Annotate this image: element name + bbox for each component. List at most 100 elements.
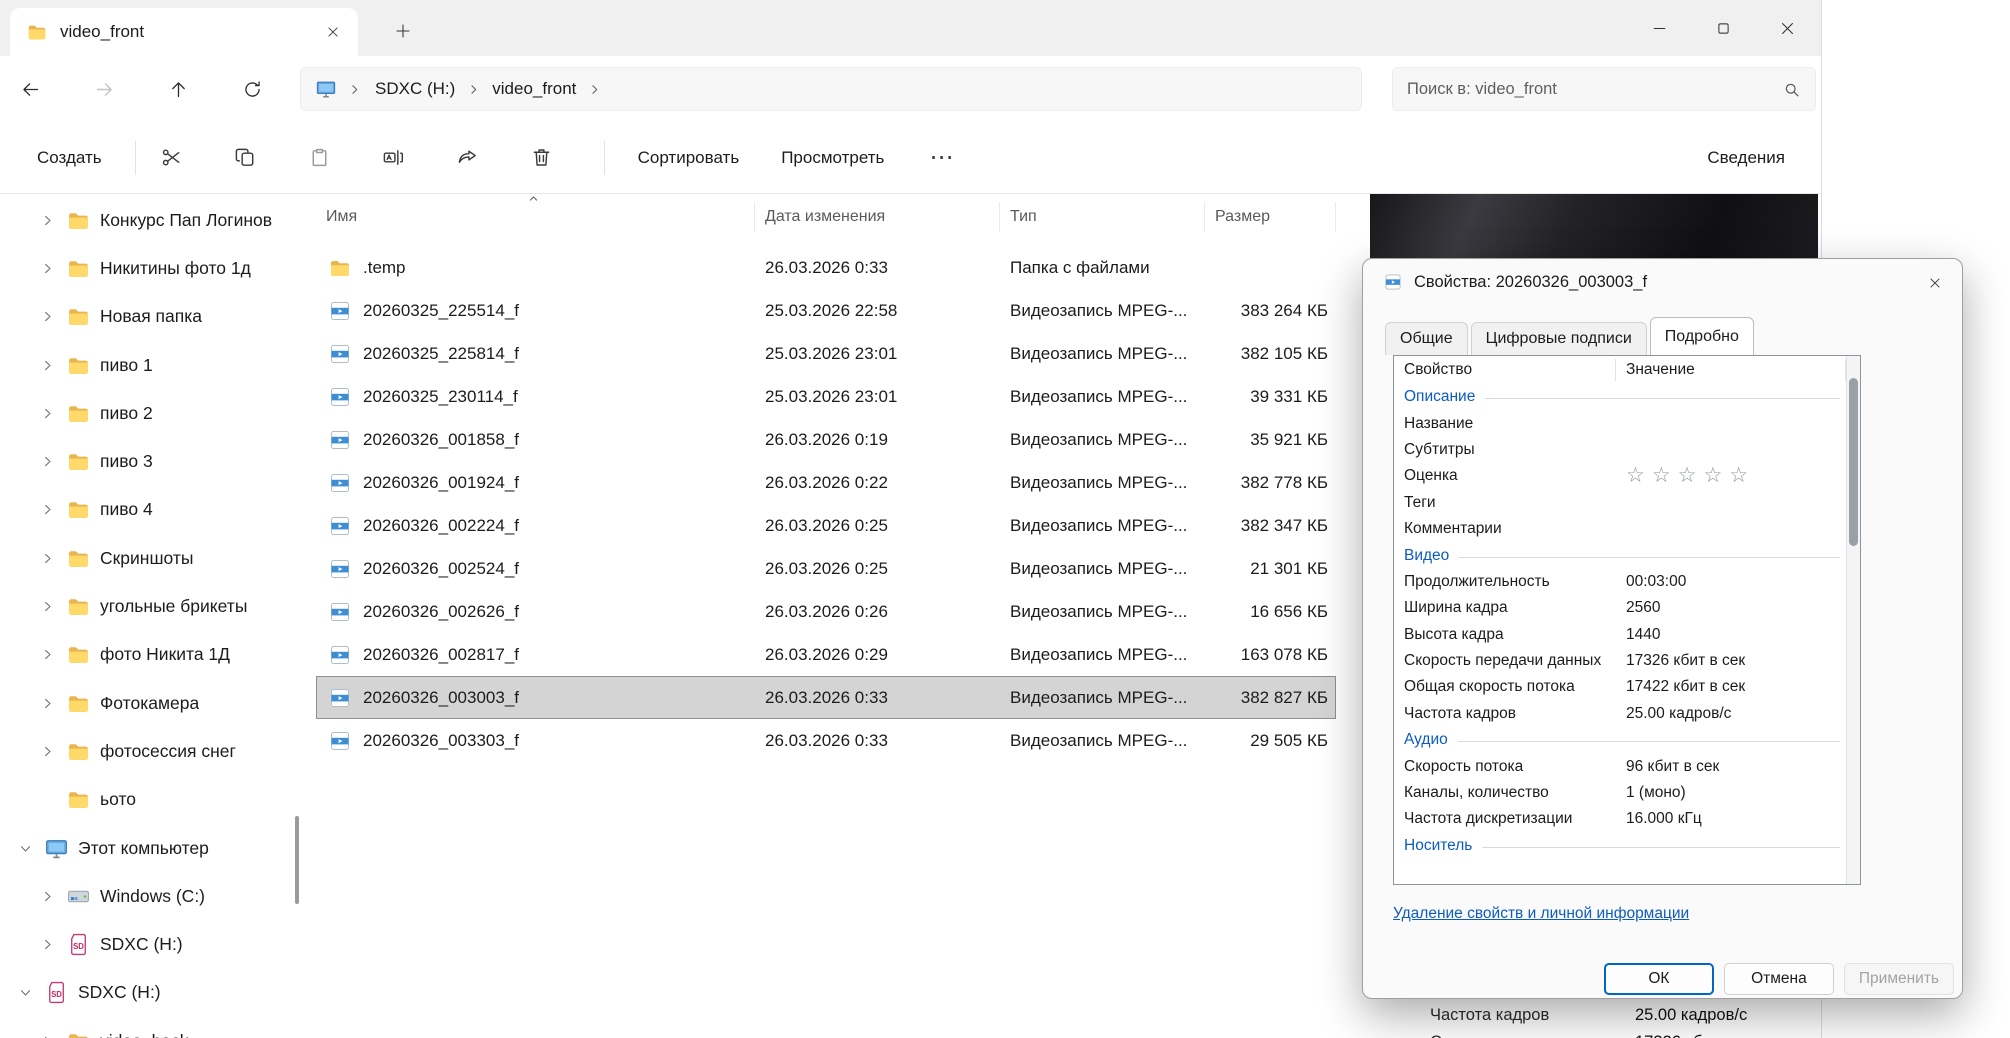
more-options-button[interactable]: ⋯ bbox=[919, 136, 963, 180]
file-row[interactable]: 20260326_002524_f26.03.2026 0:25Видеозап… bbox=[316, 547, 1336, 590]
paste-button[interactable] bbox=[296, 136, 344, 180]
column-header-Дата изменения[interactable]: Дата изменения bbox=[755, 202, 1000, 232]
file-row[interactable]: 20260326_003003_f26.03.2026 0:33Видеозап… bbox=[316, 676, 1336, 719]
new-tab-button[interactable] bbox=[384, 12, 422, 50]
file-size: 163 078 КБ bbox=[1205, 645, 1336, 665]
file-row[interactable]: 20260326_002626_f26.03.2026 0:26Видеозап… bbox=[316, 590, 1336, 633]
chevron-right-icon[interactable] bbox=[38, 211, 57, 230]
breadcrumb-item-video_front[interactable]: video_front bbox=[483, 74, 585, 104]
chevron-right-icon[interactable] bbox=[38, 597, 57, 616]
sidebar-item-пиво 2[interactable]: пиво 2 bbox=[0, 389, 302, 437]
chevron-right-icon[interactable] bbox=[38, 356, 57, 375]
chevron-right-icon[interactable] bbox=[38, 694, 57, 713]
chevron-right-icon[interactable] bbox=[38, 645, 57, 664]
sidebar-item-SDXC (H:)[interactable]: SDSDXC (H:) bbox=[0, 969, 302, 1017]
sort-ascending-icon[interactable] bbox=[526, 191, 541, 211]
file-row[interactable]: 20260326_002817_f26.03.2026 0:29Видеозап… bbox=[316, 633, 1336, 676]
tab-close-icon[interactable] bbox=[318, 17, 348, 47]
chevron-right-icon[interactable] bbox=[345, 82, 364, 97]
forward-button[interactable] bbox=[82, 67, 126, 111]
details-pane-button[interactable]: Сведения bbox=[1686, 136, 1797, 180]
chevron-right-icon[interactable] bbox=[38, 742, 57, 761]
property-value: 1440 bbox=[1616, 626, 1846, 644]
chevron-right-icon[interactable] bbox=[38, 887, 57, 906]
maximize-button[interactable] bbox=[1691, 0, 1755, 56]
sidebar-item-фотосессия снег[interactable]: фотосессия снег bbox=[0, 727, 302, 775]
sidebar-item-video_back[interactable]: video_back bbox=[0, 1017, 302, 1038]
back-button[interactable] bbox=[8, 67, 52, 111]
sidebar-item-угольные брикеты[interactable]: угольные брикеты bbox=[0, 582, 302, 630]
delete-button[interactable] bbox=[518, 136, 566, 180]
refresh-button[interactable] bbox=[230, 67, 274, 111]
dialog-close-button[interactable] bbox=[1916, 266, 1954, 300]
dialog-scrollbar-thumb[interactable] bbox=[1849, 378, 1858, 546]
new-button[interactable]: Создать bbox=[16, 136, 123, 180]
preview-property-row: Частота кадров25.00 кадров/с bbox=[1370, 1002, 1818, 1029]
search-input[interactable] bbox=[1407, 80, 1772, 99]
address-bar[interactable]: SDXC (H:) video_front bbox=[300, 67, 1362, 111]
minimize-button[interactable] bbox=[1627, 0, 1691, 56]
chevron-right-icon[interactable] bbox=[38, 404, 57, 423]
sidebar-scrollbar[interactable] bbox=[295, 816, 299, 904]
ok-button[interactable]: ОК bbox=[1604, 963, 1714, 995]
file-row[interactable]: 20260326_001858_f26.03.2026 0:19Видеозап… bbox=[316, 418, 1336, 461]
column-header-Тип[interactable]: Тип bbox=[1000, 202, 1205, 232]
folder-icon bbox=[66, 449, 91, 474]
dialog-tab-Подробно[interactable]: Подробно bbox=[1650, 317, 1754, 355]
video-icon bbox=[328, 686, 352, 710]
rename-button[interactable] bbox=[370, 136, 418, 180]
dialog-tab-Цифровые подписи[interactable]: Цифровые подписи bbox=[1471, 322, 1647, 355]
cut-button[interactable] bbox=[148, 136, 196, 180]
file-row[interactable]: 20260325_225814_f25.03.2026 23:01Видеоза… bbox=[316, 332, 1336, 375]
chevron-right-icon[interactable] bbox=[38, 500, 57, 519]
file-row[interactable]: 20260326_003303_f26.03.2026 0:33Видеозап… bbox=[316, 719, 1336, 762]
sidebar-item-Фотокамера[interactable]: Фотокамера bbox=[0, 679, 302, 727]
view-button[interactable]: Просмотреть bbox=[760, 136, 905, 180]
chevron-right-icon[interactable] bbox=[38, 549, 57, 568]
sidebar-item-Новая папка[interactable]: Новая папка bbox=[0, 293, 302, 341]
sidebar-item-фото Никита 1Д[interactable]: фото Никита 1Д bbox=[0, 631, 302, 679]
remove-properties-link[interactable]: Удаление свойств и личной информации bbox=[1393, 905, 1689, 923]
file-row[interactable]: 20260326_001924_f26.03.2026 0:22Видеозап… bbox=[316, 461, 1336, 504]
copy-button[interactable] bbox=[222, 136, 270, 180]
sidebar-item-пиво 3[interactable]: пиво 3 bbox=[0, 437, 302, 485]
chevron-right-icon[interactable] bbox=[38, 307, 57, 326]
chevron-right-icon[interactable] bbox=[38, 1032, 57, 1038]
dialog-tab-Общие[interactable]: Общие bbox=[1385, 322, 1468, 355]
sidebar-item-label: фото Никита 1Д bbox=[100, 644, 230, 665]
file-row[interactable]: 20260325_230114_f25.03.2026 23:01Видеоза… bbox=[316, 375, 1336, 418]
dialog-scrollbar[interactable] bbox=[1846, 356, 1860, 884]
sort-button[interactable]: Сортировать bbox=[617, 136, 761, 180]
apply-button[interactable]: Применить bbox=[1844, 963, 1954, 995]
chevron-right-icon[interactable] bbox=[38, 935, 57, 954]
sidebar-item-ьото[interactable]: ьото bbox=[0, 776, 302, 824]
chevron-right-icon[interactable] bbox=[38, 259, 57, 278]
share-button[interactable] bbox=[444, 136, 492, 180]
up-button[interactable] bbox=[156, 67, 200, 111]
properties-table-header: Свойство Значение bbox=[1394, 356, 1860, 384]
tab-video-front[interactable]: video_front bbox=[10, 8, 358, 56]
file-row[interactable]: 20260325_225514_f25.03.2026 22:58Видеоза… bbox=[316, 289, 1336, 332]
sidebar-item-Никитины фото 1д[interactable]: Никитины фото 1д bbox=[0, 244, 302, 292]
chevron-right-icon[interactable] bbox=[464, 82, 483, 97]
column-header-Размер[interactable]: Размер bbox=[1205, 202, 1336, 232]
sidebar-item-Скриншоты[interactable]: Скриншоты bbox=[0, 534, 302, 582]
search-box[interactable] bbox=[1392, 67, 1816, 111]
sidebar-item-пиво 1[interactable]: пиво 1 bbox=[0, 341, 302, 389]
sidebar-item-Этот компьютер[interactable]: Этот компьютер bbox=[0, 824, 302, 872]
chevron-down-icon[interactable] bbox=[16, 839, 35, 858]
rating-stars[interactable]: ☆☆☆☆☆ bbox=[1616, 465, 1846, 487]
sidebar-item-Windows (C:)[interactable]: Windows (C:) bbox=[0, 872, 302, 920]
chevron-down-icon[interactable] bbox=[16, 983, 35, 1002]
file-row[interactable]: .temp26.03.2026 0:33Папка с файлами bbox=[316, 246, 1336, 289]
file-row[interactable]: 20260326_002224_f26.03.2026 0:25Видеозап… bbox=[316, 504, 1336, 547]
sidebar-item-пиво 4[interactable]: пиво 4 bbox=[0, 486, 302, 534]
chevron-right-icon[interactable] bbox=[585, 82, 604, 97]
breadcrumb-item-SDXC (H:)[interactable]: SDXC (H:) bbox=[366, 74, 464, 104]
sidebar-item-SDXC (H:)[interactable]: SDSDXC (H:) bbox=[0, 920, 302, 968]
close-button[interactable] bbox=[1755, 0, 1819, 56]
cancel-button[interactable]: Отмена bbox=[1724, 963, 1834, 995]
search-icon[interactable] bbox=[1782, 80, 1801, 99]
sidebar-item-Конкурс Пап Логинов[interactable]: Конкурс Пап Логинов bbox=[0, 196, 302, 244]
chevron-right-icon[interactable] bbox=[38, 452, 57, 471]
